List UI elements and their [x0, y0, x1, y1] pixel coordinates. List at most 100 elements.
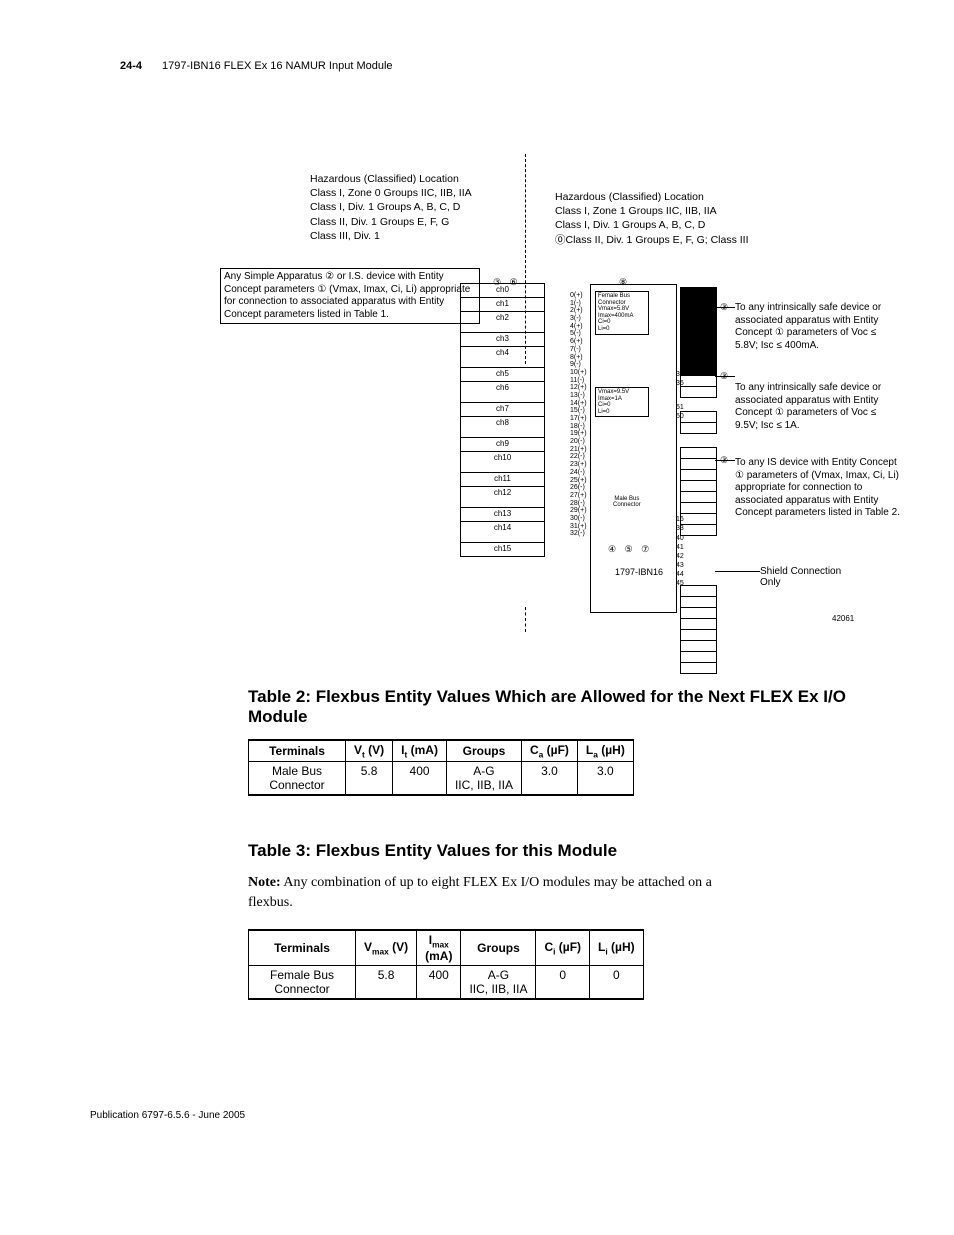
circled-refs-mid: ④ ⑤ ⑦ — [608, 544, 652, 555]
num: 35 — [676, 379, 684, 388]
col-header: Groups — [446, 740, 521, 762]
terminal-label: 1(-) — [570, 300, 587, 308]
table-2-title: Table 2: Flexbus Entity Values Which are… — [248, 687, 864, 727]
num: 16 — [676, 515, 684, 524]
terminal-label: 2(+) — [570, 307, 587, 315]
terminal-label: 3(-) — [570, 315, 587, 323]
hazardous-location-left: Hazardous (Classified) Location Class I,… — [310, 172, 472, 243]
terminal-label: 5(-) — [570, 330, 587, 338]
table-3-note: Note: Note: Any combination of up to eig… — [248, 873, 748, 912]
param: Li=0 — [598, 409, 646, 416]
num: 43 — [676, 561, 684, 570]
col-header: Li (µH) — [590, 930, 644, 966]
note-1: To any intrinsically safe device or asso… — [735, 302, 900, 352]
terminal-label: 31(+) — [570, 523, 587, 531]
terminal-numbers-right: 34 35 51 50 16 33 40 41 42 43 44 45 — [676, 370, 684, 588]
cell: 400 — [417, 965, 461, 999]
col-header: Vt (V) — [346, 740, 393, 762]
num: 34 — [676, 370, 684, 379]
terminal-label: 23(+) — [570, 461, 587, 469]
cell: 0 — [590, 965, 644, 999]
terminal-label: 28(-) — [570, 500, 587, 508]
param: Li=0 — [598, 326, 646, 333]
table-2: Terminals Vt (V) It (mA) Groups Ca (µF) … — [248, 739, 634, 796]
num: 44 — [676, 570, 684, 579]
channel-row: ch10 — [460, 451, 545, 473]
terminal-bars-right — [680, 288, 717, 674]
num: 40 — [676, 534, 684, 543]
terminal-label: 6(+) — [570, 338, 587, 346]
note-2: To any intrinsically safe device or asso… — [735, 382, 900, 432]
terminal-label: 11(-) — [570, 377, 587, 385]
col-header: Ca (µF) — [521, 740, 577, 762]
col-header: Vmax (V) — [356, 930, 417, 966]
terminal-label: 25(+) — [570, 477, 587, 485]
part-number: 1797-IBN16 — [615, 567, 663, 577]
terminal-column: 0(+) 1(-) 2(+) 3(-) 4(+) 5(-) 6(+) 7(-) … — [570, 292, 587, 538]
text: Male Bus Connector — [257, 764, 337, 792]
text: Hazardous (Classified) Location — [555, 190, 749, 204]
cell: 0 — [536, 965, 590, 999]
terminal-label: 17(+) — [570, 415, 587, 423]
terminal-label: 15(-) — [570, 407, 587, 415]
terminal-label: 18(-) — [570, 423, 587, 431]
col-header: Terminals — [249, 740, 346, 762]
channel-row: ch4 — [460, 346, 545, 368]
col-header: Terminals — [249, 930, 356, 966]
connector-line — [715, 307, 735, 308]
terminal-label: 20(-) — [570, 438, 587, 446]
col-header: Imax(mA) — [417, 930, 461, 966]
shield-label: Shield Connection Only — [760, 566, 864, 588]
channel-row: ch1 — [460, 297, 545, 312]
page-title: 1797-IBN16 FLEX Ex 16 NAMUR Input Module — [162, 60, 393, 72]
text: Female Bus Connector — [257, 968, 347, 996]
text: Class I, Div. 1 Groups A, B, C, D — [555, 218, 749, 232]
connector-line — [715, 376, 735, 377]
note-3: To any IS device with Entity Concept ① p… — [735, 457, 900, 520]
terminal-label: 7(-) — [570, 346, 587, 354]
table-3: Terminals Vmax (V) Imax(mA) Groups Ci (µ… — [248, 929, 644, 1000]
param: Ci=0 — [598, 319, 646, 326]
text: A-G — [488, 968, 509, 982]
channel-row: ch7 — [460, 402, 545, 417]
terminal-label: 21(+) — [570, 446, 587, 454]
channel-row: ch12 — [460, 486, 545, 508]
wiring-diagram: Hazardous (Classified) Location Class I,… — [220, 172, 864, 647]
terminal-label: 26(-) — [570, 484, 587, 492]
cell: A-GIIC, IIB, IIA — [446, 762, 521, 796]
terminal-label: 14(+) — [570, 400, 587, 408]
channel-row: ch11 — [460, 472, 545, 487]
hazardous-location-right: Hazardous (Classified) Location Class I,… — [555, 190, 749, 247]
param: Vmax=9.5V — [598, 389, 646, 396]
num: 50 — [676, 412, 684, 421]
channel-row: ch0 — [460, 283, 545, 298]
channel-row: ch8 — [460, 416, 545, 438]
table-3-title: Table 3: Flexbus Entity Values for this … — [248, 841, 864, 861]
female-bus-params: Female Bus Connector Vmax=5.8V Imax=400m… — [595, 291, 649, 335]
cell: Female Bus Connector — [249, 965, 356, 999]
publication-footer: Publication 6797-6.5.6 - June 2005 — [90, 1110, 864, 1121]
cell: A-GIIC, IIB, IIA — [461, 965, 536, 999]
cell: 3.0 — [521, 762, 577, 796]
channel-row: ch13 — [460, 507, 545, 522]
num: 51 — [676, 403, 684, 412]
col-header: Groups — [461, 930, 536, 966]
cell: 400 — [393, 762, 447, 796]
channel-row: ch14 — [460, 521, 545, 543]
zone-divider-dashed — [525, 607, 526, 632]
terminal-label: 10(+) — [570, 369, 587, 377]
terminal-label: 24(-) — [570, 469, 587, 477]
param: Imax=1A — [598, 396, 646, 403]
cell: 3.0 — [577, 762, 633, 796]
param: Vmax=5.8V — [598, 306, 646, 313]
page-number: 24-4 — [120, 60, 142, 72]
male-bus-label: Male Bus Connector — [613, 496, 641, 508]
num: 42 — [676, 552, 684, 561]
figure-number: 42061 — [832, 614, 854, 623]
table-row: Female Bus Connector 5.8 400 A-GIIC, IIB… — [249, 965, 644, 999]
text: ⓪Class II, Div. 1 Groups E, F, G; Class … — [555, 233, 749, 247]
terminal-label: 13(-) — [570, 392, 587, 400]
page-header: 24-4 1797-IBN16 FLEX Ex 16 NAMUR Input M… — [120, 60, 864, 72]
bar — [680, 422, 717, 434]
channel-row: ch5 — [460, 367, 545, 382]
